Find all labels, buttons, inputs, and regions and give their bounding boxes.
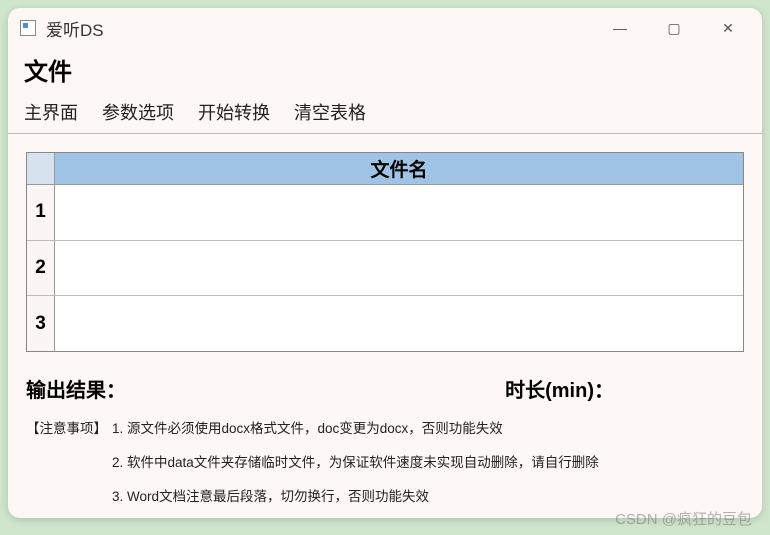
watermark: CSDN @疯狂的豆包 [615,508,752,529]
maximize-button[interactable]: ▢ [662,20,686,37]
status-row: 输出结果： 时长(min)： [26,374,744,403]
note-item: 2. 软件中data文件夹存储临时文件，为保证软件速度未实现自动删除，请自行删除 [112,451,599,471]
menu-clear-table[interactable]: 清空表格 [294,99,366,125]
table-row[interactable]: 1 [27,185,743,241]
file-menu-title[interactable]: 文件 [8,48,762,97]
menu-start-convert[interactable]: 开始转换 [198,99,270,125]
menu-options[interactable]: 参数选项 [102,99,174,125]
menu-bar: 主界面 参数选项 开始转换 清空表格 [8,97,762,134]
row-number: 1 [27,185,55,240]
table-body: 1 2 3 [27,185,743,351]
notes-section: 【注意事项】 1. 源文件必须使用docx格式文件，doc变更为docx，否则功… [26,417,744,505]
table-row[interactable]: 3 [27,296,743,351]
app-title: 爱听DS [46,16,104,41]
duration-label: 时长(min)： [505,374,744,403]
notes-list: 1. 源文件必须使用docx格式文件，doc变更为docx，否则功能失效 2. … [112,417,599,505]
window-controls: — ▢ ✕ [608,20,750,37]
note-item: 1. 源文件必须使用docx格式文件，doc变更为docx，否则功能失效 [112,417,599,437]
content-area: 文件名 1 2 3 输出结果： 时长(min)： [8,134,762,518]
column-header-filename[interactable]: 文件名 [55,153,743,185]
table-header: 文件名 [27,153,743,185]
row-number: 3 [27,296,55,351]
titlebar: 爱听DS — ▢ ✕ [8,8,762,48]
output-result-label: 输出结果： [26,374,126,403]
row-number: 2 [27,241,55,296]
notes-heading: 【注意事项】 [26,417,112,505]
menu-main[interactable]: 主界面 [24,99,78,125]
row-cell-filename[interactable] [55,185,743,240]
app-window: 爱听DS — ▢ ✕ 文件 主界面 参数选项 开始转换 清空表格 文件名 1 [8,8,762,518]
row-cell-filename[interactable] [55,296,743,351]
app-icon [20,20,36,36]
note-item: 3. Word文档注意最后段落，切勿换行，否则功能失效 [112,485,599,505]
table-row[interactable]: 2 [27,241,743,297]
file-table: 文件名 1 2 3 [26,152,744,352]
minimize-button[interactable]: — [608,20,632,37]
table-corner [27,153,55,185]
close-button[interactable]: ✕ [716,20,740,37]
row-cell-filename[interactable] [55,241,743,296]
